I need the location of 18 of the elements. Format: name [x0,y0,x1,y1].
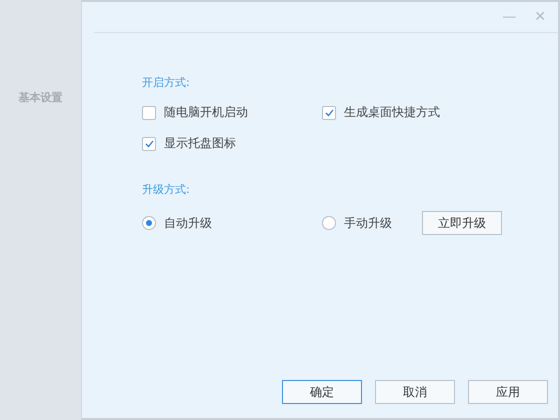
check-icon [144,140,154,148]
checkbox[interactable] [142,106,156,120]
option-label: 手动升级 [344,214,392,232]
check-icon [324,108,334,116]
option-label: 生成桌面快捷方式 [344,104,440,121]
option-label: 自动升级 [164,214,212,232]
option-label: 随电脑开机启动 [164,104,248,121]
checkbox[interactable] [322,106,336,120]
section-title: 升级方式: [142,182,191,197]
radio-button[interactable] [322,216,336,230]
dialog-button[interactable]: 取消 [375,380,455,404]
section-title: 开启方式: [142,75,191,90]
checkbox[interactable] [142,136,156,150]
dialog-button[interactable]: 确定 [282,380,362,404]
upgrade-button[interactable]: 立即升级 [422,211,502,235]
option-label: 显示托盘图标 [164,135,236,152]
radio-button[interactable] [142,216,156,230]
dialog-button[interactable]: 应用 [468,380,548,404]
